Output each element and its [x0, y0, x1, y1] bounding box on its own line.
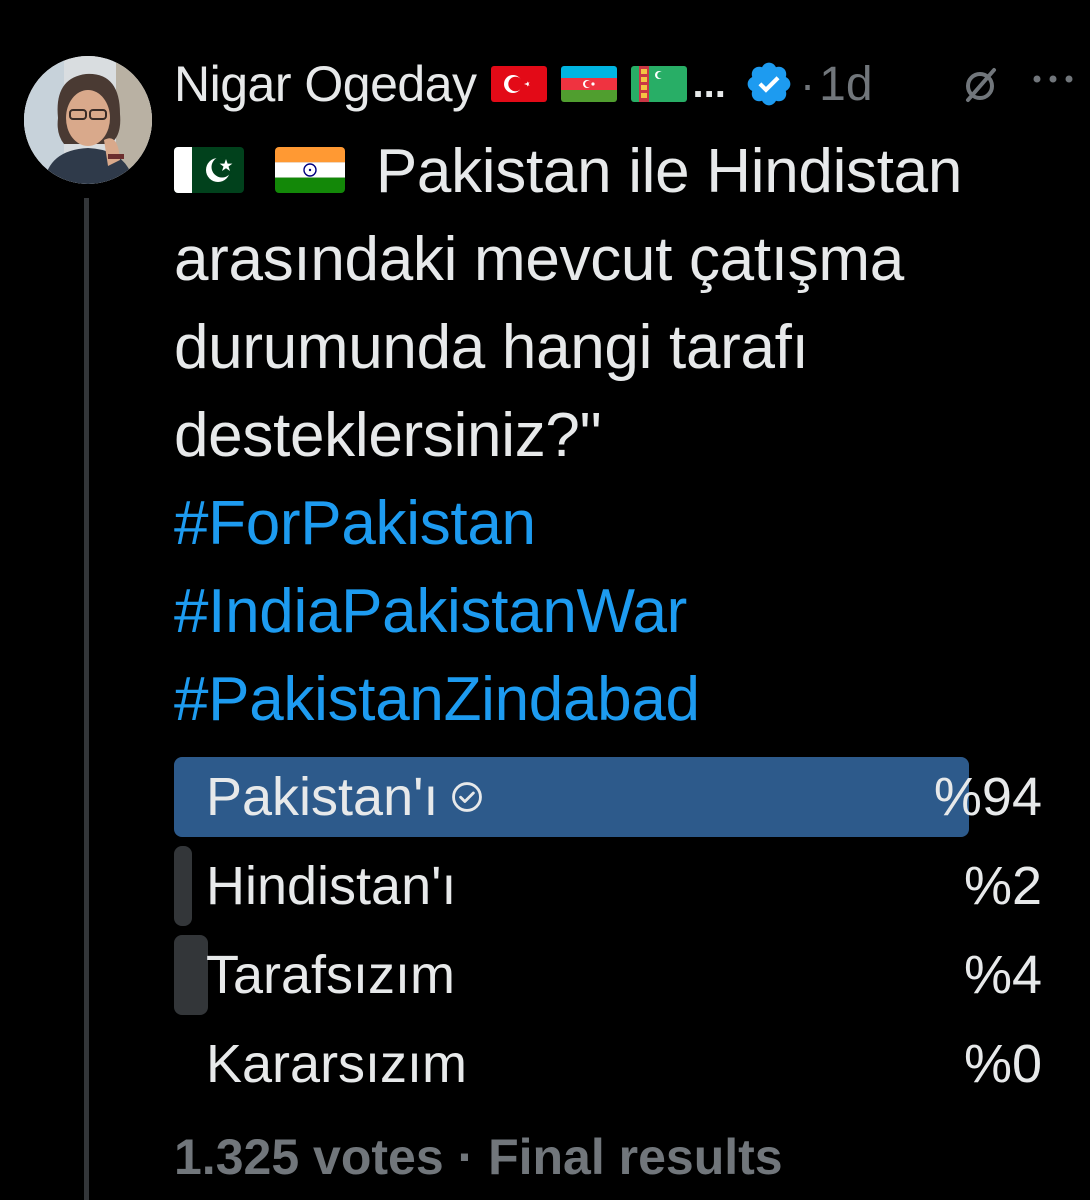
poll-option-label: Pakistan'ı — [206, 767, 439, 827]
tweet-text-line-4: desteklersiniz?" — [174, 401, 602, 470]
author-name[interactable]: Nigar Ogeday — [174, 55, 477, 113]
tweet-text-content: Pakistan ile Hindistan — [375, 137, 963, 206]
tweet-text: Pakistan ile Hindistan arasındaki mevcut… — [174, 128, 1074, 744]
tweet-text-line-3: durumunda hangi tarafı — [174, 313, 809, 382]
tweet-header: Nigar Ogeday ... · 1d — [174, 52, 873, 116]
turkey-flag-icon — [490, 66, 547, 102]
poll-bar — [174, 935, 208, 1015]
india-flag-icon — [274, 146, 345, 193]
poll-option-percent: %94 — [933, 767, 1042, 827]
grok-icon[interactable] — [960, 62, 1000, 106]
header-separator: · — [799, 58, 816, 110]
poll-option-label: Tarafsızım — [206, 945, 456, 1005]
poll-option-label: Hindistan'ı — [206, 856, 457, 916]
tweet-text-line-2: arasındaki mevcut çatışma — [174, 225, 904, 294]
verified-badge-icon[interactable] — [744, 59, 794, 109]
hashtag-link[interactable]: #IndiaPakistanWar — [174, 568, 1074, 656]
poll-bar — [174, 846, 192, 926]
azerbaijan-flag-icon — [560, 66, 617, 102]
name-truncation: ... — [692, 61, 726, 106]
hashtag-link[interactable]: #ForPakistan — [174, 480, 1074, 568]
avatar[interactable] — [24, 56, 152, 184]
poll-option-label: Kararsızım — [206, 1034, 468, 1094]
more-options-icon[interactable] — [1030, 64, 1076, 94]
hashtag-link[interactable]: #PakistanZindabad — [174, 656, 1074, 744]
poll-option-percent: %0 — [963, 1034, 1042, 1094]
poll-option: Tarafsızım %4 — [174, 935, 1042, 1015]
poll-option: Pakistan'ı %94 — [174, 757, 1042, 837]
poll-option-percent: %2 — [963, 856, 1042, 916]
pakistan-flag-icon — [174, 146, 244, 193]
tweet-timestamp[interactable]: 1d — [819, 57, 872, 112]
poll-option-percent: %4 — [963, 945, 1042, 1005]
thread-line — [84, 198, 89, 1200]
check-circle-icon — [452, 782, 483, 812]
poll-results-footer: 1.325 votes · Final results — [174, 1129, 783, 1185]
poll-option: Hindistan'ı %2 — [174, 846, 1042, 926]
poll: Pakistan'ı %94 Hindistan'ı %2 Tarafsızım… — [174, 757, 1042, 1113]
turkmenistan-flag-icon — [630, 66, 687, 102]
poll-option: Kararsızım %0 — [174, 1024, 1042, 1104]
tweet-text-line-1: Pakistan ile Hindistan — [174, 128, 1074, 216]
